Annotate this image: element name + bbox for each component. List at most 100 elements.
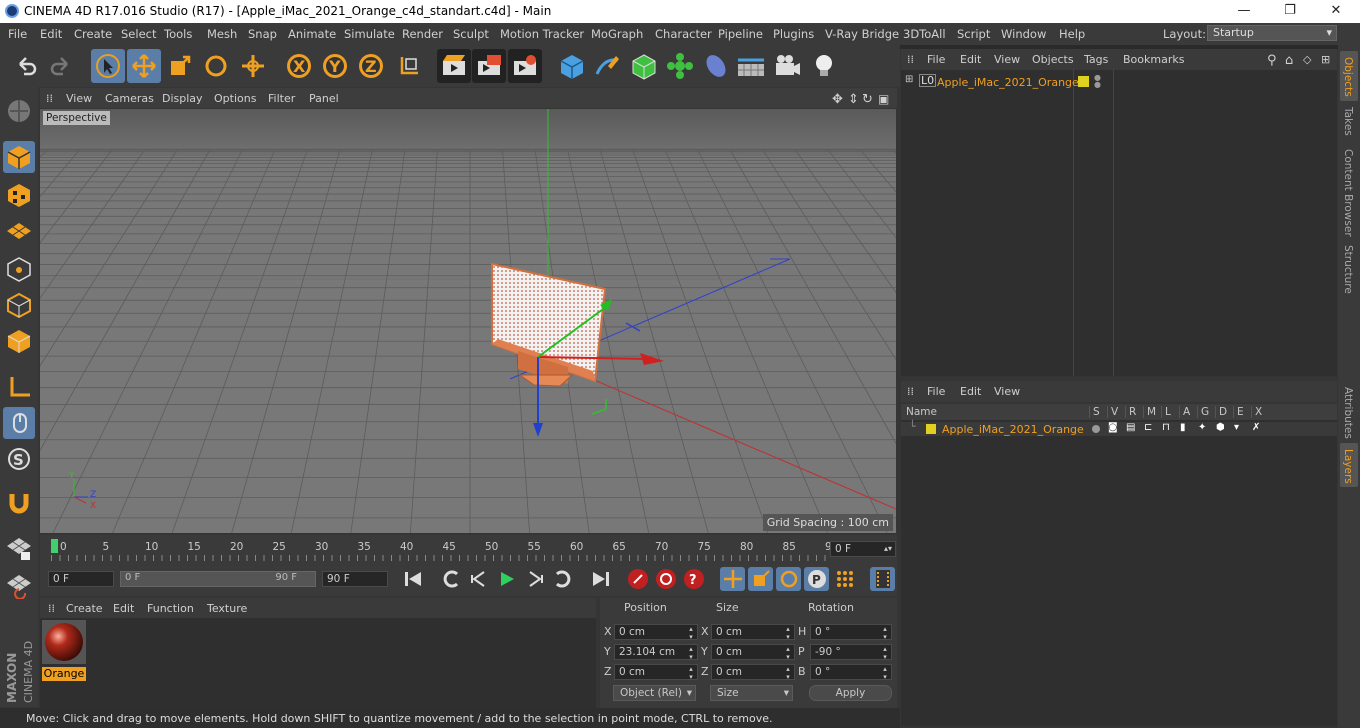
- tweak-mode-icon[interactable]: [3, 407, 35, 439]
- menu-tools[interactable]: Tools: [164, 27, 192, 41]
- menu-mesh[interactable]: Mesh: [207, 27, 237, 41]
- visibility-dots-icon[interactable]: ● ●: [1094, 74, 1101, 89]
- cube-primitive-icon[interactable]: [555, 49, 589, 83]
- edges-mode-icon[interactable]: [3, 289, 35, 321]
- viewport-menu-view[interactable]: View: [66, 92, 92, 105]
- stepper-icon[interactable]: ▴▾: [784, 625, 792, 641]
- close-button[interactable]: ✕: [1313, 0, 1359, 23]
- autokeying-icon[interactable]: [653, 567, 678, 591]
- key-position-icon[interactable]: [720, 567, 745, 591]
- maximize-button[interactable]: ❐: [1267, 0, 1313, 23]
- menu-help[interactable]: Help: [1059, 27, 1085, 41]
- position-field[interactable]: 23.104 cm ▴▾: [614, 644, 698, 661]
- record-active-objects-icon[interactable]: [625, 567, 650, 591]
- tab-objects[interactable]: Objects: [1342, 57, 1354, 97]
- solo-icon[interactable]: [1092, 425, 1100, 433]
- snapping-icon[interactable]: S: [3, 443, 35, 475]
- key-rotation-icon[interactable]: [776, 567, 801, 591]
- start-frame-field[interactable]: 0 F: [48, 571, 114, 587]
- menu-edit[interactable]: Edit: [40, 27, 62, 41]
- minimize-button[interactable]: —: [1221, 0, 1267, 23]
- stepper-icon[interactable]: ▴▾: [881, 665, 889, 681]
- layer-name[interactable]: Apple_iMac_2021_Orange: [942, 423, 1084, 436]
- viewport-menu-cameras[interactable]: Cameras: [105, 92, 154, 105]
- visible-icon[interactable]: ◙: [1108, 422, 1118, 433]
- object-menu-edit[interactable]: Edit: [960, 53, 981, 66]
- viewport-perspective[interactable]: Y Z X Perspective Grid Spacing : 100 cm: [40, 109, 896, 533]
- rotation-field[interactable]: -90 ° ▴▾: [810, 644, 892, 661]
- transform-icon[interactable]: [236, 49, 270, 83]
- camera-icon[interactable]: [770, 49, 804, 83]
- layer-column-header[interactable]: X: [1251, 406, 1262, 418]
- menu-mograph[interactable]: MoGraph: [591, 27, 643, 41]
- position-field[interactable]: 0 cm ▴▾: [614, 664, 698, 681]
- subdivision-icon[interactable]: [627, 49, 661, 83]
- timeline-window-icon[interactable]: [870, 567, 895, 591]
- object-name[interactable]: Apple_iMac_2021_Orange: [937, 76, 1079, 89]
- go-to-end-icon[interactable]: [588, 567, 613, 591]
- animation-icon[interactable]: ▮: [1180, 422, 1186, 433]
- object-menu-view[interactable]: View: [994, 53, 1020, 66]
- previous-frame-icon[interactable]: [466, 567, 491, 591]
- menu-motion-tracker[interactable]: Motion Tracker: [500, 27, 584, 41]
- menu-select[interactable]: Select: [121, 27, 156, 41]
- light-icon[interactable]: [807, 49, 841, 83]
- material-menu-texture[interactable]: Texture: [207, 602, 247, 615]
- layer-menu-view[interactable]: View: [994, 385, 1020, 398]
- render-settings-icon[interactable]: [508, 49, 542, 83]
- render-view-icon[interactable]: [437, 49, 471, 83]
- points-mode-icon[interactable]: [3, 253, 35, 285]
- lock-icon[interactable]: ⊓: [1162, 422, 1170, 433]
- viewport-nav-move-icon[interactable]: ✥: [832, 92, 843, 107]
- grid-snap-icon[interactable]: [3, 569, 35, 601]
- y-axis-icon[interactable]: Y: [318, 49, 352, 83]
- menu-window[interactable]: Window: [1001, 27, 1046, 41]
- keyframe-selection-icon[interactable]: ?: [681, 567, 706, 591]
- viewport-menu-panel[interactable]: Panel: [309, 92, 339, 105]
- coordinate-mode-dropdown[interactable]: Object (Rel) ▾: [613, 685, 696, 701]
- playhead-marker[interactable]: [51, 539, 58, 553]
- layer-menu-file[interactable]: File: [927, 385, 945, 398]
- eye-icon[interactable]: ◇: [1303, 53, 1311, 66]
- rotation-field[interactable]: 0 ° ▴▾: [810, 664, 892, 681]
- select-arrow-icon[interactable]: [91, 49, 125, 83]
- layer-column-header[interactable]: V: [1107, 406, 1118, 418]
- stepper-icon[interactable]: ▴▾: [884, 542, 892, 556]
- menu-pipeline[interactable]: Pipeline: [718, 27, 763, 41]
- menu-character[interactable]: Character: [655, 27, 712, 41]
- layer-row[interactable]: └ Apple_iMac_2021_Orange ◙ ▤ ⊏ ⊓ ▮ ✦ ⬢ ▾…: [901, 420, 1337, 436]
- menu-3dtoall[interactable]: 3DToAll: [903, 27, 946, 41]
- next-frame-icon[interactable]: [522, 567, 547, 591]
- viewport-nav-zoom-icon[interactable]: ⇕: [848, 92, 859, 107]
- layout-dropdown[interactable]: Startup ▾: [1207, 25, 1337, 41]
- object-row[interactable]: ⊞ L0 Apple_iMac_2021_Orange ● ●: [901, 74, 1337, 90]
- menu-vray-bridge[interactable]: V-Ray Bridge: [825, 27, 899, 41]
- tab-layers[interactable]: Layers: [1342, 449, 1354, 484]
- menu-snap[interactable]: Snap: [248, 27, 277, 41]
- grid-lock-icon[interactable]: [3, 532, 35, 564]
- mograph-cloner-icon[interactable]: [663, 49, 697, 83]
- manager-icon[interactable]: ⊏: [1144, 422, 1152, 433]
- key-pla-icon[interactable]: [832, 567, 857, 591]
- viewport-menu-display[interactable]: Display: [162, 92, 203, 105]
- tab-takes[interactable]: Takes: [1342, 107, 1354, 136]
- layer-color-swatch[interactable]: [1078, 76, 1089, 87]
- stepper-icon[interactable]: ▴▾: [881, 625, 889, 641]
- pen-spline-icon[interactable]: [591, 49, 625, 83]
- render-picture-viewer-icon[interactable]: [472, 49, 506, 83]
- expressions-icon[interactable]: ▾: [1234, 422, 1239, 433]
- stepper-icon[interactable]: ▴▾: [784, 665, 792, 681]
- viewport-nav-rotate-icon[interactable]: ↻: [862, 92, 873, 107]
- stepper-icon[interactable]: ▴▾: [881, 645, 889, 661]
- deformer-icon[interactable]: [699, 49, 733, 83]
- texture-mode-icon[interactable]: [3, 179, 35, 211]
- make-editable-icon[interactable]: [3, 95, 35, 127]
- rotation-field[interactable]: 0 ° ▴▾: [810, 624, 892, 641]
- menu-sculpt[interactable]: Sculpt: [453, 27, 489, 41]
- redo-icon[interactable]: [44, 49, 78, 83]
- material-menu-edit[interactable]: Edit: [113, 602, 134, 615]
- size-field[interactable]: 0 cm ▴▾: [711, 644, 795, 661]
- current-frame-field[interactable]: 0 F ▴▾: [830, 541, 896, 557]
- viewport-maximize-icon[interactable]: ▣: [878, 92, 889, 106]
- tab-structure[interactable]: Structure: [1342, 245, 1354, 294]
